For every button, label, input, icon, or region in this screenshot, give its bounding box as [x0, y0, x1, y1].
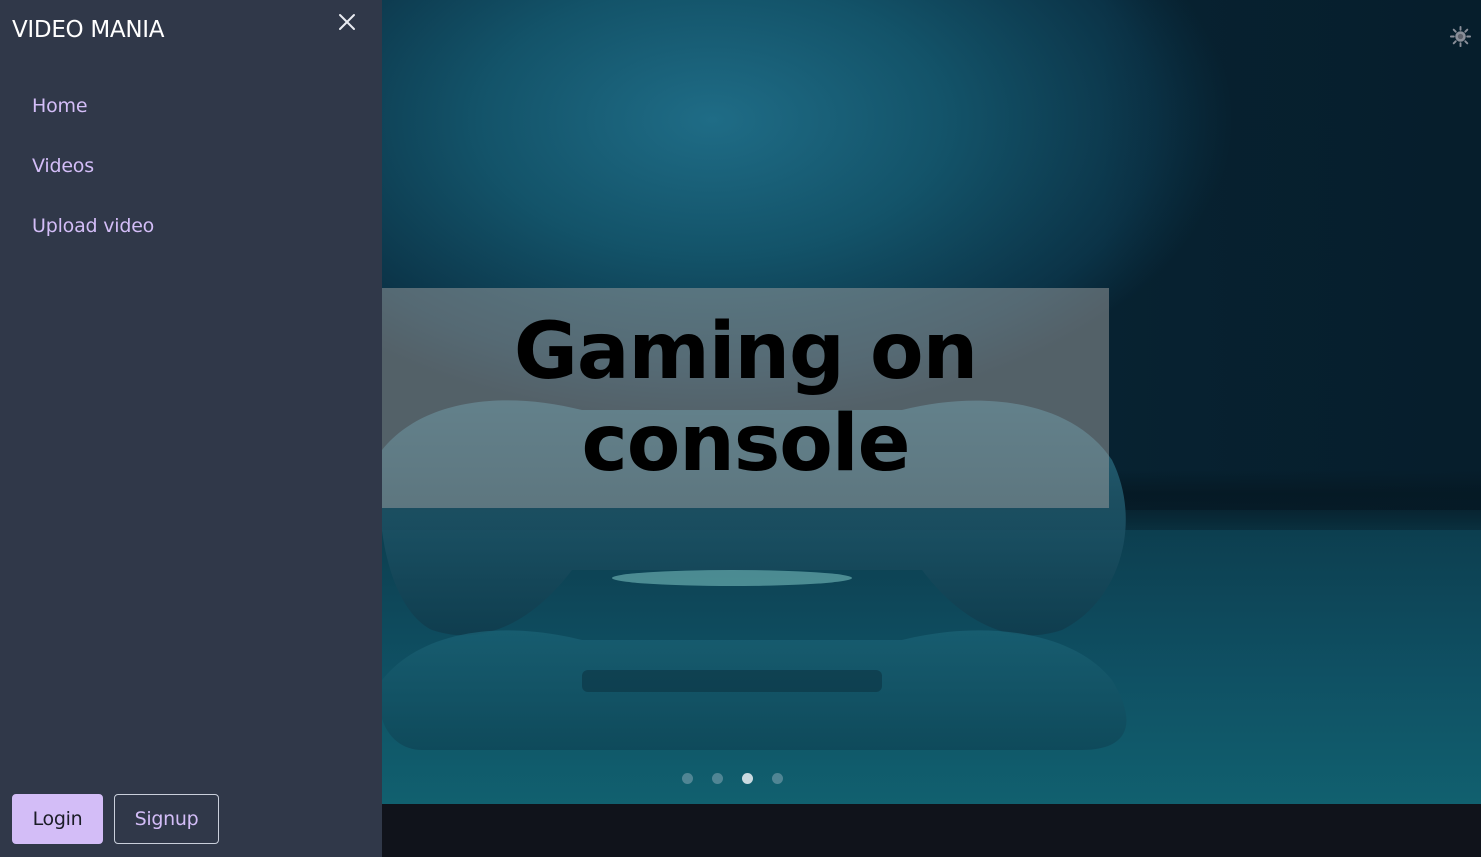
slide-title: Gaming on console	[513, 307, 978, 489]
app-root: VIDEO MANIA Home Videos Upload video Log…	[0, 0, 1481, 857]
brand-title: VIDEO MANIA	[12, 17, 165, 43]
nav-item-home[interactable]: Home	[32, 92, 154, 120]
theme-toggle-button[interactable]	[1449, 25, 1472, 48]
nav-item-upload-video[interactable]: Upload video	[32, 212, 154, 240]
auth-buttons: Login Signup	[12, 794, 219, 844]
login-button[interactable]: Login	[12, 794, 103, 844]
close-icon	[339, 14, 355, 30]
nav-item-videos[interactable]: Videos	[32, 152, 154, 180]
footer-strip	[382, 804, 1481, 857]
sun-icon	[1449, 25, 1472, 48]
carousel-dot-3[interactable]	[742, 773, 753, 784]
close-sidebar-button[interactable]	[334, 9, 360, 35]
signup-button[interactable]: Signup	[114, 794, 219, 844]
sidebar-nav: Home Videos Upload video	[32, 92, 154, 272]
carousel-dot-4[interactable]	[772, 773, 783, 784]
carousel-dot-2[interactable]	[712, 773, 723, 784]
carousel-indicators	[682, 773, 783, 784]
carousel-dot-1[interactable]	[682, 773, 693, 784]
sidebar: VIDEO MANIA Home Videos Upload video Log…	[0, 0, 382, 857]
slide-caption: Gaming on console	[382, 288, 1109, 508]
hero-carousel: Gaming on console	[382, 0, 1481, 804]
